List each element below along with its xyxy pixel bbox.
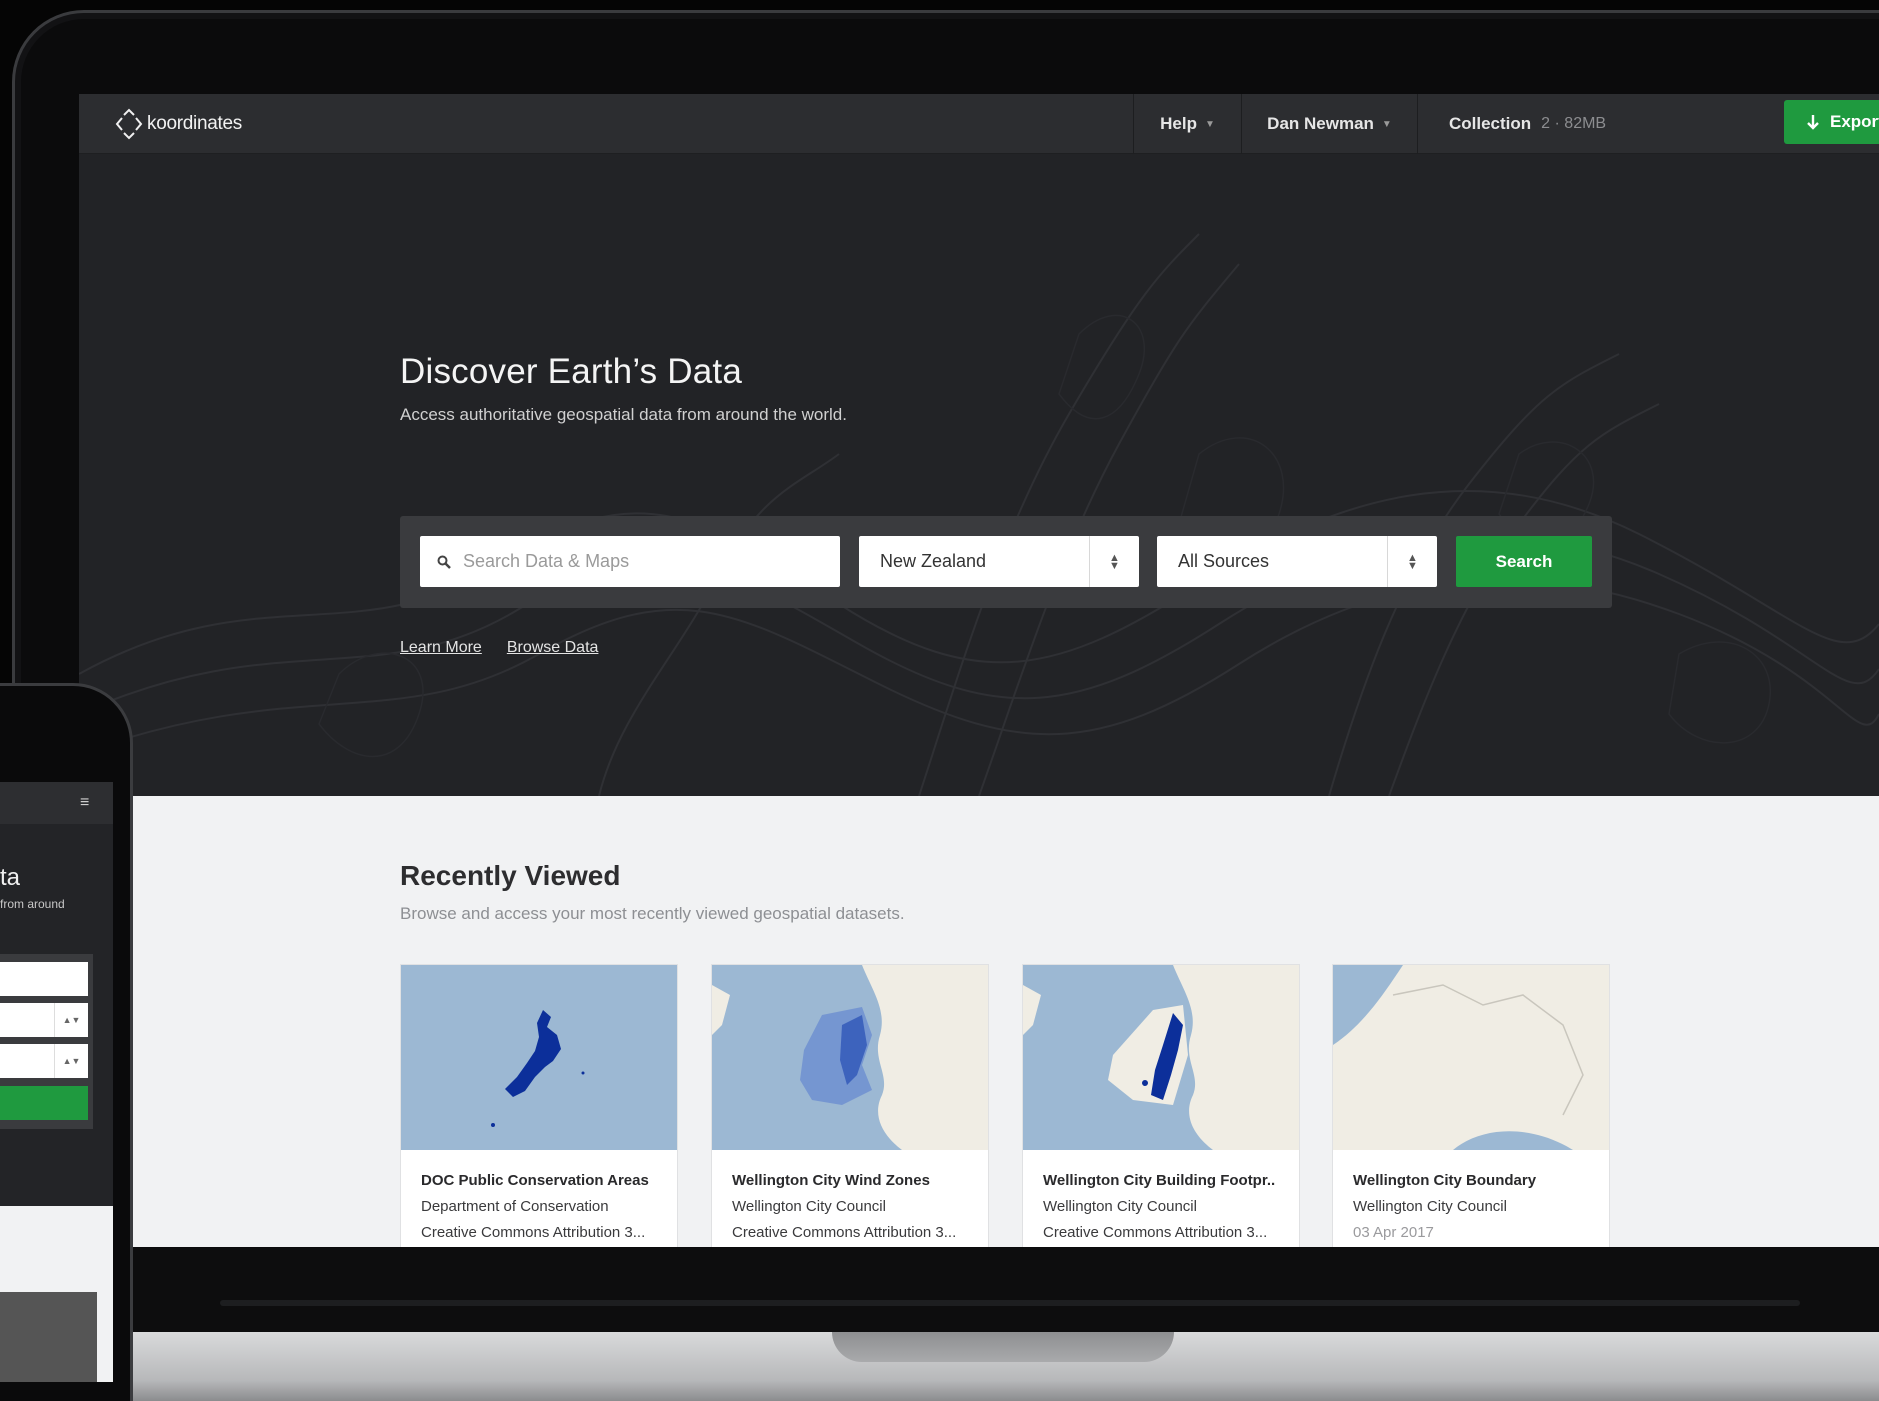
recently-viewed-title: Recently Viewed: [400, 860, 621, 891]
download-arrow-icon: [1807, 115, 1819, 130]
card-publisher: Wellington City Council: [732, 1198, 886, 1215]
export-label: Export: [1830, 112, 1879, 131]
source-select-value: All Sources: [1178, 551, 1270, 571]
search-icon: [437, 555, 451, 569]
recently-viewed-section: Recently Viewed Browse and access your m…: [79, 796, 1879, 1247]
card-title: DOC Public Conservation Areas: [421, 1172, 649, 1189]
card-publisher: Wellington City Council: [1353, 1198, 1507, 1215]
card-publisher: Department of Conservation: [421, 1198, 609, 1215]
dataset-card[interactable]: Wellington City Boundary Wellington City…: [1332, 964, 1610, 1247]
updown-chevron-icon: ▲▼: [54, 1003, 88, 1037]
browse-data-link[interactable]: Browse Data: [507, 639, 599, 657]
updown-chevron-icon: ▲▼: [1387, 536, 1437, 587]
laptop-hinge-notch: [832, 1332, 1174, 1362]
card-license: Creative Commons Attribution 3...: [421, 1224, 646, 1241]
dataset-card[interactable]: DOC Public Conservation Areas Department…: [400, 964, 678, 1247]
recently-viewed-subtitle: Browse and access your most recently vie…: [400, 904, 905, 923]
phone-screen: ≡ ta from around ▲▼ ▲▼: [0, 782, 113, 1382]
laptop-chin-line: [220, 1300, 1800, 1306]
logo[interactable]: koordinates: [113, 108, 242, 140]
hero-links: Learn More Browse Data: [400, 639, 598, 657]
dataset-map-thumbnail: [712, 965, 988, 1150]
phone-hero-subtitle: from around: [0, 897, 65, 911]
hero-section: Discover Earth’s Data Access authoritati…: [79, 154, 1879, 796]
phone-search-input[interactable]: [0, 962, 88, 996]
top-nav: koordinates Help ▼ Dan Newman ▼ Collecti…: [79, 94, 1879, 154]
nav-user-menu[interactable]: Dan Newman ▼: [1241, 94, 1417, 154]
topographic-background: [79, 233, 1879, 796]
phone-hero-title: ta: [0, 864, 21, 891]
dataset-map-thumbnail: [1333, 965, 1609, 1150]
search-field[interactable]: [420, 536, 840, 587]
hamburger-menu-icon[interactable]: ≡: [80, 794, 89, 812]
phone-source-select[interactable]: ▲▼: [0, 1044, 88, 1078]
country-select[interactable]: New Zealand ▲ ▼: [859, 536, 1139, 587]
phone-search-button[interactable]: [0, 1086, 88, 1120]
hero-subtitle: Access authoritative geospatial data fro…: [400, 405, 847, 424]
chevron-down-icon: ▼: [1381, 118, 1392, 130]
nav-collection-label: Collection: [1449, 114, 1532, 133]
dataset-card[interactable]: Wellington City Wind Zones Wellington Ci…: [711, 964, 989, 1247]
card-title: Wellington City Wind Zones: [732, 1172, 930, 1189]
learn-more-link[interactable]: Learn More: [400, 639, 482, 657]
card-license: Creative Commons Attribution 3...: [732, 1224, 957, 1241]
card-date: 03 Apr 2017: [1353, 1224, 1434, 1241]
search-input[interactable]: [463, 551, 823, 572]
source-select[interactable]: All Sources ▲ ▼: [1157, 536, 1437, 587]
logo-text: koordinates: [147, 113, 242, 134]
logo-diamond-icon: [115, 108, 143, 140]
chevron-down-icon: ▼: [1204, 118, 1215, 130]
nav-help-menu[interactable]: Help ▼: [1133, 94, 1241, 154]
dataset-card[interactable]: Wellington City Building Footpr.. Wellin…: [1022, 964, 1300, 1247]
card-publisher: Wellington City Council: [1043, 1198, 1197, 1215]
dataset-map-thumbnail: [1023, 965, 1299, 1150]
search-button[interactable]: Search: [1456, 536, 1592, 587]
collection-meta: 2 · 82MB: [1541, 115, 1607, 132]
country-select-value: New Zealand: [880, 551, 987, 571]
nav-user-label: Dan Newman: [1267, 114, 1374, 133]
updown-chevron-icon: ▲▼: [54, 1044, 88, 1078]
card-title: Wellington City Boundary: [1353, 1172, 1537, 1189]
card-license: Creative Commons Attribution 3...: [1043, 1224, 1268, 1241]
nav-help-label: Help: [1160, 114, 1197, 133]
export-button[interactable]: Export: [1784, 100, 1879, 144]
card-title: Wellington City Building Footpr..: [1043, 1172, 1276, 1189]
phone-country-select[interactable]: ▲▼: [0, 1003, 88, 1037]
updown-chevron-icon: ▲▼: [1089, 536, 1139, 587]
laptop-chin: [0, 1248, 1879, 1332]
hero-title: Discover Earth’s Data: [400, 352, 743, 391]
nav-collection[interactable]: Collection 2 · 82MB: [1417, 94, 1647, 154]
dataset-map-thumbnail: [401, 965, 677, 1150]
laptop-screen: koordinates Help ▼ Dan Newman ▼ Collecti…: [79, 94, 1879, 1247]
phone-dataset-card[interactable]: [0, 1292, 97, 1382]
phone-nav: ≡: [0, 782, 113, 824]
search-panel: New Zealand ▲▼ All Sources ▲▼ Search: [400, 516, 1612, 608]
